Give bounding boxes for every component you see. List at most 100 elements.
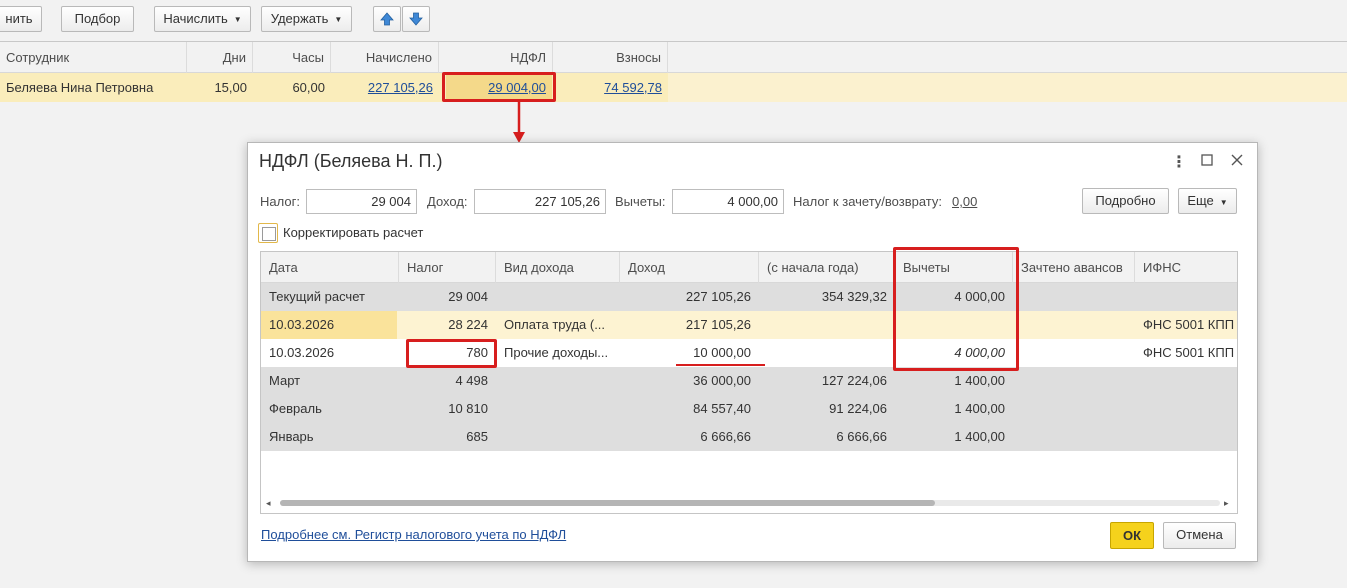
employees-table: Сотрудник Дни Часы Начислено НДФЛ Взносы… — [0, 41, 1347, 102]
column-header-income-kind[interactable]: Вид дохода — [496, 252, 620, 283]
column-header-ifns[interactable]: ИФНС — [1135, 252, 1237, 283]
register-link[interactable]: Подробнее см. Регистр налогового учета п… — [261, 527, 566, 542]
days-cell[interactable]: 15,00 — [187, 73, 253, 102]
contributions-link[interactable]: 74 592,78 — [604, 80, 662, 95]
ytd-cell: 91 224,06 — [829, 401, 887, 416]
income-cell: 36 000,00 — [693, 373, 751, 388]
tax-cell: 28 224 — [448, 317, 488, 332]
cancel-button[interactable]: Отмена — [1163, 522, 1236, 549]
column-header-tax[interactable]: Налог — [399, 252, 496, 283]
table-row[interactable]: Январь 685 6 666,66 6 666,66 1 400,00 — [261, 423, 1237, 451]
move-up-button[interactable] — [373, 6, 401, 32]
ifns-cell: ФНС 5001 КПП — [1143, 345, 1235, 360]
accrued-link[interactable]: 227 105,26 — [368, 80, 433, 95]
employee-cell[interactable]: Беляева Нина Петровна — [0, 73, 187, 102]
deductions-cell: 1 400,00 — [954, 373, 1005, 388]
contributions-cell[interactable]: 74 592,78 — [553, 73, 668, 102]
table-row[interactable]: Текущий расчет 29 004 227 105,26 354 329… — [261, 283, 1237, 311]
ytd-cell — [759, 339, 895, 367]
table-row[interactable]: Февраль 10 810 84 557,40 91 224,06 1 400… — [261, 395, 1237, 423]
deductions-highlight-box — [893, 247, 1019, 371]
arrow-down-icon — [409, 12, 423, 26]
horizontal-scrollbar[interactable]: ◂ ▸ — [260, 497, 1238, 509]
income-cell: 217 105,26 — [685, 317, 751, 332]
arrow-up-icon — [380, 12, 394, 26]
column-header-advances[interactable]: Зачтено авансов — [1013, 252, 1135, 283]
table-header: Дата Налог Вид дохода Доход (с начала го… — [261, 252, 1237, 283]
offset-link[interactable]: 0,00 — [952, 194, 977, 209]
income-cell: 10 000,00 — [693, 345, 751, 360]
more-button[interactable]: Еще ▼ — [1178, 188, 1237, 214]
income-underline — [676, 364, 765, 366]
deductions-field[interactable]: 4 000,00 — [672, 189, 784, 214]
ifns-cell — [1135, 367, 1237, 395]
income-kind-cell — [496, 423, 620, 451]
table-row[interactable]: Март 4 498 36 000,00 127 224,06 1 400,00 — [261, 367, 1237, 395]
advances-cell — [1013, 339, 1135, 367]
withhold-button[interactable]: Удержать ▼ — [261, 6, 352, 32]
date-cell: Март — [269, 373, 301, 388]
tax-cell: 4 498 — [455, 373, 488, 388]
advances-cell — [1013, 283, 1135, 311]
hours-cell[interactable]: 60,00 — [253, 73, 331, 102]
date-cell: 10.03.2026 — [269, 345, 335, 360]
date-cell: 10.03.2026 — [261, 311, 397, 339]
details-button[interactable]: Подробно — [1082, 188, 1169, 214]
income-cell: 227 105,26 — [685, 289, 751, 304]
accrue-button[interactable]: Начислить ▼ — [154, 6, 251, 32]
advances-cell — [1013, 311, 1135, 339]
income-kind-cell — [496, 395, 620, 423]
table-row[interactable]: 10.03.2026 28 224 Оплата труда (... 217 … — [261, 311, 1237, 339]
ndfl-dialog: НДФЛ (Беляева Н. П.) ⋮ Налог: 29 004 Дох… — [247, 142, 1258, 562]
correct-checkbox[interactable] — [258, 223, 278, 243]
deductions-cell: 1 400,00 — [954, 429, 1005, 444]
date-cell: Январь — [269, 429, 314, 444]
date-cell: Февраль — [269, 401, 322, 416]
column-header-ytd[interactable]: (с начала года) — [759, 252, 895, 283]
close-icon[interactable] — [1231, 153, 1243, 171]
deductions-label: Вычеты: — [615, 194, 666, 209]
column-header-contributions[interactable]: Взносы — [553, 42, 668, 73]
income-kind-cell — [496, 283, 620, 311]
table-row[interactable]: Беляева Нина Петровна 15,00 60,00 227 10… — [0, 73, 1347, 102]
tax-field[interactable]: 29 004 — [306, 189, 417, 214]
deductions-cell: 1 400,00 — [954, 401, 1005, 416]
fill-button[interactable]: нить — [0, 6, 42, 32]
scroll-right-icon[interactable]: ▸ — [1224, 497, 1229, 509]
ndfl-highlight-box — [442, 72, 556, 102]
tax-cell: 10 810 — [448, 401, 488, 416]
correct-label: Корректировать расчет — [283, 225, 424, 240]
advances-cell — [1013, 395, 1135, 423]
income-cell: 84 557,40 — [693, 401, 751, 416]
ifns-cell — [1135, 423, 1237, 451]
ok-button[interactable]: ОК — [1110, 522, 1154, 549]
toolbar: нить Подбор Начислить ▼ Удержать ▼ — [0, 0, 1347, 40]
select-button[interactable]: Подбор — [61, 6, 134, 32]
column-header-employee[interactable]: Сотрудник — [0, 42, 187, 73]
income-kind-cell: Прочие доходы... — [504, 345, 609, 360]
caret-down-icon: ▼ — [1219, 198, 1228, 207]
maximize-icon[interactable] — [1201, 153, 1213, 171]
ndfl-details-table: Дата Налог Вид дохода Доход (с начала го… — [260, 251, 1238, 514]
scroll-left-icon[interactable]: ◂ — [266, 497, 271, 509]
more-icon[interactable]: ⋮ — [1171, 152, 1187, 172]
caret-down-icon: ▼ — [334, 15, 343, 24]
table-header: Сотрудник Дни Часы Начислено НДФЛ Взносы — [0, 42, 1347, 73]
offset-label: Налог к зачету/возврату: — [793, 194, 943, 209]
column-header-income[interactable]: Доход — [620, 252, 759, 283]
scroll-thumb[interactable] — [280, 500, 935, 506]
column-header-accrued[interactable]: Начислено — [331, 42, 439, 73]
column-header-ndfl[interactable]: НДФЛ — [439, 42, 553, 73]
caret-down-icon: ▼ — [233, 15, 242, 24]
advances-cell — [1013, 367, 1135, 395]
column-header-hours[interactable]: Часы — [253, 42, 331, 73]
move-down-button[interactable] — [402, 6, 430, 32]
column-header-days[interactable]: Дни — [187, 42, 253, 73]
tax-highlight-box — [406, 339, 497, 368]
tax-cell: 685 — [466, 429, 488, 444]
income-field[interactable]: 227 105,26 — [474, 189, 606, 214]
annotation-arrow-icon — [513, 102, 525, 143]
accrued-cell[interactable]: 227 105,26 — [331, 73, 439, 102]
income-label: Доход: — [427, 194, 468, 209]
column-header-date[interactable]: Дата — [261, 252, 399, 283]
